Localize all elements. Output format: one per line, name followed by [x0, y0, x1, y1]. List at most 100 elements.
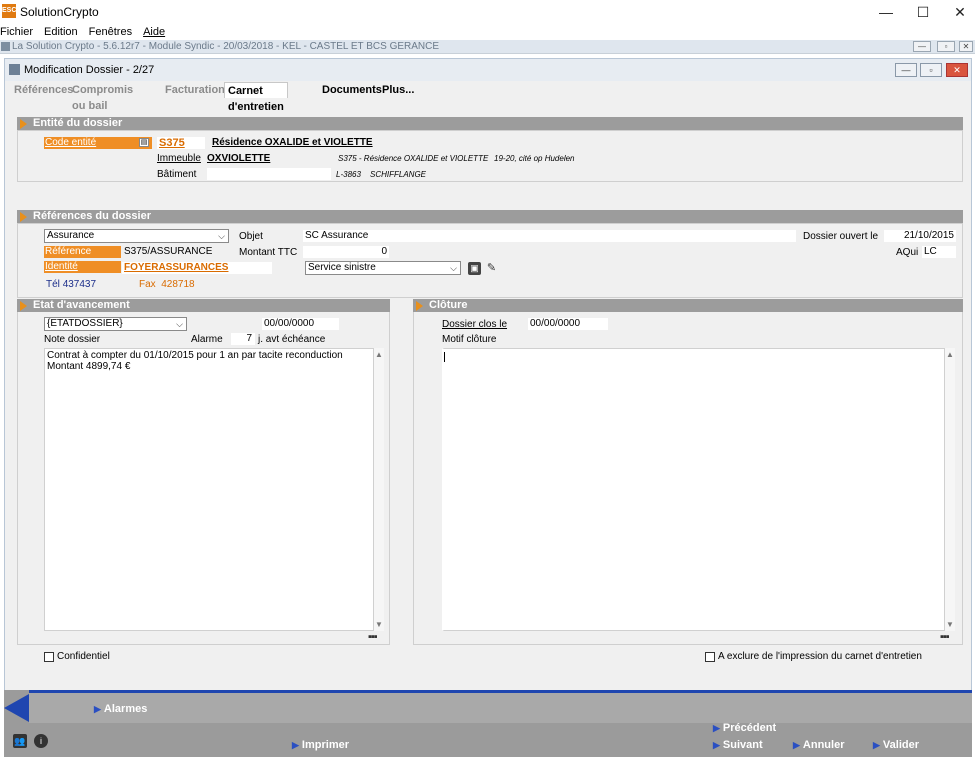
dossier-icon: [9, 64, 20, 75]
motif-scrollbar[interactable]: ▲ ▼: [945, 348, 955, 631]
alarme-label: Alarme: [191, 334, 223, 345]
section-cloture-header: Clôture: [413, 299, 963, 312]
window-close-button[interactable]: ✕: [946, 63, 968, 77]
dossier-type-select[interactable]: Assurance ⌵: [44, 229, 229, 243]
motif-cloture-textarea[interactable]: [442, 348, 945, 631]
app-sub-title: La Solution Crypto - 5.6.12r7 - Module S…: [12, 41, 440, 52]
tab-compromis[interactable]: Compromis ou bail: [69, 82, 136, 112]
tel-label: Tél 437437: [46, 279, 97, 290]
immeuble-address: 19-20, cité op Hudelen: [494, 154, 575, 163]
fax-label: Fax 428718: [139, 279, 195, 290]
dossier-clos-field[interactable]: 00/00/0000: [528, 318, 608, 330]
identite-field[interactable]: FOYERASSURANCES: [122, 262, 272, 274]
valider-button[interactable]: Valider: [873, 739, 919, 751]
dossier-clos-label[interactable]: Dossier clos le: [442, 319, 507, 330]
confidentiel-checkbox[interactable]: [44, 652, 54, 662]
tel-value: 437437: [62, 279, 97, 290]
window-restore-button[interactable]: ▫: [920, 63, 942, 77]
bottom-notch: [4, 694, 29, 722]
aqui-label: AQui: [896, 247, 919, 258]
objet-field[interactable]: SC Assurance: [303, 230, 796, 242]
app-sub-title-bar: La Solution Crypto - 5.6.12r7 - Module S…: [0, 40, 975, 54]
fax-value: 428718: [161, 279, 195, 290]
text-cursor: [444, 352, 445, 362]
suivant-button[interactable]: Suivant: [713, 739, 763, 751]
window-minimize-button[interactable]: —: [895, 63, 917, 77]
batiment-field[interactable]: [207, 168, 331, 180]
dossier-window: Modification Dossier - 2/27 — ▫ ✕ Référe…: [4, 58, 972, 757]
montant-label: Montant TTC: [239, 247, 298, 258]
section-etat-header: Etat d'avancement: [17, 299, 390, 312]
menu-edition[interactable]: Edition: [44, 24, 78, 40]
close-button[interactable]: ✕: [950, 2, 970, 22]
batiment-label: Bâtiment: [157, 169, 197, 180]
menu-fichier[interactable]: Fichier: [0, 24, 33, 40]
contact-card-icon[interactable]: ▣: [468, 262, 481, 275]
annuler-button[interactable]: Annuler: [793, 739, 845, 751]
maximize-button[interactable]: ☐: [913, 2, 933, 22]
immeuble-detail: S375 - Résidence OXALIDE et VIOLETTE: [338, 154, 489, 163]
section-references-header: Références du dossier: [17, 210, 963, 223]
tab-documents[interactable]: Documents: [319, 82, 385, 98]
bottom-upper-bar: [29, 693, 972, 723]
alarme-suffix: j. avt échéance: [258, 334, 326, 345]
confidentiel-label: Confidentiel: [57, 651, 110, 662]
reference-field[interactable]: S375/ASSURANCE: [122, 246, 232, 258]
bottom-accent-line: [29, 690, 972, 693]
section-entite: Code entité ▤ S375 Résidence OXALIDE et …: [17, 130, 963, 182]
dossier-ouvert-field[interactable]: 21/10/2015: [884, 230, 956, 242]
os-title-bar: ESC SolutionCrypto — ☐ ✕: [0, 0, 975, 24]
tab-references[interactable]: Références: [11, 82, 76, 98]
objet-label: Objet: [239, 231, 263, 242]
mdi-minimize-button[interactable]: —: [913, 41, 931, 52]
alarmes-button[interactable]: Alarmes: [94, 703, 147, 715]
section-references: Assurance ⌵ Objet SC Assurance Dossier ou…: [17, 223, 963, 298]
app-logo-icon: ESC: [2, 4, 16, 18]
residence-name[interactable]: Résidence OXALIDE et VIOLETTE: [212, 137, 373, 148]
service-select[interactable]: Service sinistre ⌵: [305, 261, 461, 275]
menu-fenetres[interactable]: Fenêtres: [89, 24, 132, 40]
window-title: Modification Dossier - 2/27: [24, 64, 155, 76]
note-dossier-textarea[interactable]: Contrat à compter du 01/10/2015 pour 1 a…: [44, 348, 374, 631]
aqui-field[interactable]: LC: [922, 246, 956, 258]
window-title-bar: Modification Dossier - 2/27 — ▫ ✕: [5, 59, 971, 81]
users-icon[interactable]: 👥: [13, 734, 27, 748]
alarme-days-field[interactable]: 7: [231, 333, 255, 345]
info-icon[interactable]: i: [34, 734, 48, 748]
imprimer-button[interactable]: Imprimer: [292, 739, 349, 751]
code-entite-label: Code entité: [44, 137, 152, 149]
menu-aide[interactable]: Aide: [143, 24, 165, 40]
menubar: Fichier Edition Fenêtres Aide: [0, 24, 975, 40]
postal-code: L-3863: [336, 170, 361, 179]
tab-facturation[interactable]: Facturation: [162, 82, 228, 98]
note-scrollbar[interactable]: ▲ ▼: [374, 348, 384, 631]
section-entite-header: Entité du dossier: [17, 117, 963, 130]
app-title: SolutionCrypto: [20, 5, 99, 19]
montant-field[interactable]: 0: [303, 246, 389, 258]
motif-more-icon[interactable]: ▪▪▪: [940, 631, 950, 643]
mdi-restore-button[interactable]: ▫: [937, 41, 955, 52]
minimize-button[interactable]: —: [876, 2, 896, 22]
city: SCHIFFLANGE: [370, 170, 427, 179]
etat-dossier-select[interactable]: {ETATDOSSIER} ⌵: [44, 317, 187, 331]
etat-date-field[interactable]: 00/00/0000: [262, 318, 339, 330]
precedent-button[interactable]: Précédent: [713, 722, 776, 734]
tab-plus[interactable]: Plus...: [379, 82, 417, 98]
note-more-icon[interactable]: ▪▪▪: [368, 631, 378, 643]
motif-cloture-label: Motif clôture: [442, 334, 497, 345]
immeuble-label[interactable]: Immeuble: [157, 153, 201, 164]
exclure-checkbox[interactable]: [705, 652, 715, 662]
pencil-icon[interactable]: ✎: [485, 262, 498, 275]
tab-carnet-entretien[interactable]: Carnet d'entretien: [224, 82, 288, 113]
exclure-label: A exclure de l'impression du carnet d'en…: [718, 651, 922, 662]
identite-label: Identité: [44, 261, 121, 273]
code-entite-value[interactable]: S375: [157, 137, 205, 149]
mdi-close-button[interactable]: ✕: [959, 41, 973, 52]
note-dossier-label: Note dossier: [44, 334, 101, 345]
dossier-ouvert-label: Dossier ouvert le: [803, 231, 879, 242]
code-entite-picker-icon[interactable]: ▤: [139, 138, 149, 147]
reference-label: Référence: [44, 246, 121, 258]
immeuble-value[interactable]: OXVIOLETTE: [207, 153, 270, 164]
document-icon: [1, 42, 10, 51]
section-cloture: Dossier clos le 00/00/0000 Motif clôture…: [413, 312, 963, 645]
